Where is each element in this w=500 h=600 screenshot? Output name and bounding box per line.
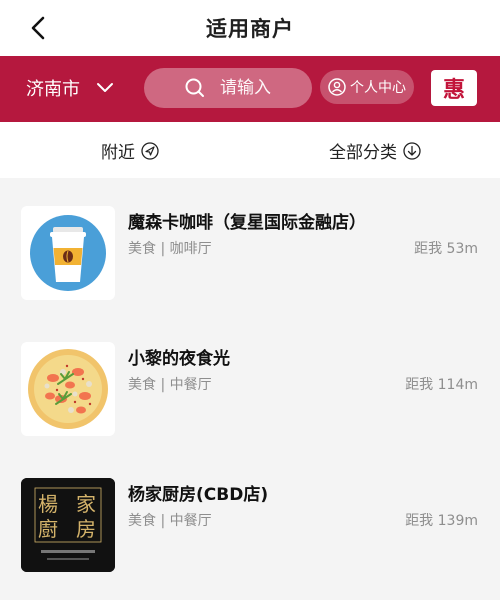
merchant-category: 美食 | 中餐厅 [128,513,212,529]
merchant-list: 魔森卡咖啡（复星国际金融店） 美食 | 咖啡厅 距我 53m 小黎的夜食光 美食… [0,178,500,600]
merchant-distance: 距我 114m [405,377,478,393]
coffee-cup-icon [30,215,106,291]
merchant-item[interactable]: 小黎的夜食光 美食 | 中餐厅 距我 114m [0,314,500,450]
city-selector[interactable]: 济南市 [26,75,114,101]
filter-nearby[interactable]: 附近 [101,138,159,163]
svg-text:房: 房 [76,517,96,541]
search-icon [185,78,204,97]
city-label: 济南市 [26,79,80,100]
svg-text:廚: 廚 [38,517,58,541]
merchant-thumbnail: 楊 家 廚 房 [21,478,115,572]
merchant-thumbnail [21,342,115,436]
hui-badge[interactable]: 惠 [431,70,477,106]
back-button[interactable] [24,14,52,42]
merchant-item[interactable]: 楊 家 廚 房 杨家厨房(CBD店) 美食 | 中餐厅 距我 139m [0,450,500,586]
filter-all-categories[interactable]: 全部分类 [329,138,421,163]
merchant-item[interactable]: 魔森卡咖啡（复星国际金融店） 美食 | 咖啡厅 距我 53m [0,178,500,314]
merchant-distance: 距我 53m [414,241,478,257]
svg-text:楊: 楊 [38,492,58,516]
page-title: 适用商户 [206,17,294,41]
search-input[interactable] [218,77,312,99]
pizza-icon [28,349,108,429]
svg-text:家: 家 [76,492,96,516]
merchant-name: 魔森卡咖啡（复星国际金融店） [128,213,366,233]
filter-nearby-label: 附近 [101,143,135,163]
filter-category-label: 全部分类 [329,143,397,163]
chevron-left-icon [31,16,45,40]
personal-center-label: 个人中心 [350,80,406,96]
top-nav-bar: 适用商户 [0,0,500,56]
chevron-down-icon [97,83,113,92]
location-arrow-icon [141,141,159,160]
merchant-thumbnail [21,206,115,300]
restaurant-logo-icon: 楊 家 廚 房 [21,478,115,572]
search-box[interactable] [144,68,312,108]
user-icon [328,78,346,96]
merchant-name: 杨家厨房(CBD店) [128,485,269,505]
merchant-category: 美食 | 咖啡厅 [128,241,212,257]
merchant-name: 小黎的夜食光 [128,349,230,369]
personal-center-button[interactable]: 个人中心 [320,70,414,104]
chevron-down-circle-icon [403,141,421,160]
filter-bar: 附近 全部分类 [0,122,500,178]
search-bar-section: 济南市 个人中心 惠 [0,56,500,122]
merchant-distance: 距我 139m [405,513,478,529]
merchant-category: 美食 | 中餐厅 [128,377,212,393]
